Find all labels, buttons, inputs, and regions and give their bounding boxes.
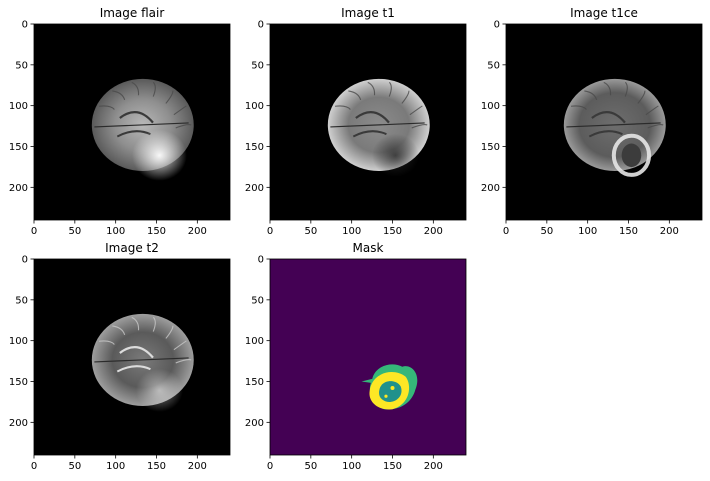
y-tick-label: 150	[245, 377, 264, 388]
x-tick-label: 0	[31, 461, 37, 472]
panel-t2: Image t2 0 50 100 150 200 0 50 100 150 200	[9, 241, 231, 472]
y-tick-label: 200	[9, 183, 28, 194]
y-tick-label: 200	[245, 418, 264, 429]
y-tick-label: 100	[245, 336, 264, 347]
x-tick-label: 50	[68, 226, 81, 237]
x-tick-label: 0	[267, 226, 273, 237]
panel-mask: Mask 0 50 100 150 200 0 50 100 150 200	[245, 241, 467, 472]
x-tick-label: 150	[147, 461, 166, 472]
x-tick-label: 100	[578, 226, 597, 237]
x-tick-label: 0	[503, 226, 509, 237]
panels-layer: Image flair0 50 100 150 200050100150200Image…	[9, 6, 703, 472]
lesion-core	[621, 143, 642, 168]
y-tick-label: 50	[251, 60, 264, 71]
y-tick-label: 0	[22, 20, 28, 31]
x-tick-label: 100	[342, 461, 361, 472]
y-tick-label: 200	[245, 183, 264, 194]
x-tick-label: 150	[619, 226, 638, 237]
y-tick-label: 100	[481, 101, 500, 112]
y-tick-label: 150	[9, 142, 28, 153]
y-tick-label: 0	[258, 255, 264, 266]
y-tick-label: 200	[9, 418, 28, 429]
panel-flair: Image flair 0 50 100 150 200 0 50 100 150 200	[9, 6, 231, 237]
y-tick-label: 100	[9, 336, 28, 347]
x-tick-label: 200	[424, 226, 443, 237]
y-tick-label: 50	[487, 60, 500, 71]
x-tick-label: 100	[106, 226, 125, 237]
x-tick-label: 50	[540, 226, 553, 237]
y-tick-label: 50	[15, 295, 28, 306]
lesion	[132, 129, 187, 181]
panel-title: Mask	[353, 241, 384, 255]
y-tick-label: 100	[9, 101, 28, 112]
x-tick-label: 200	[424, 461, 443, 472]
x-tick-label: 100	[106, 461, 125, 472]
image-area	[270, 259, 466, 455]
x-tick-label: 150	[383, 461, 402, 472]
mask-enhancing-spot	[384, 394, 388, 398]
panel-title: Image t1ce	[570, 6, 638, 20]
x-tick-label: 50	[68, 461, 81, 472]
x-tick-label: 50	[304, 461, 317, 472]
y-tick-label: 50	[15, 60, 28, 71]
y-tick-label: 0	[22, 255, 28, 266]
x-tick-label: 150	[383, 226, 402, 237]
lesion	[371, 133, 419, 177]
y-tick-label: 150	[9, 377, 28, 388]
x-tick-label: 200	[188, 226, 207, 237]
y-tick-label: 50	[251, 295, 264, 306]
y-tick-label: 200	[481, 183, 500, 194]
y-tick-label: 150	[481, 142, 500, 153]
x-tick-label: 100	[342, 226, 361, 237]
x-tick-label: 0	[31, 226, 37, 237]
panel-title: Image t2	[105, 241, 159, 255]
x-tick-label: 150	[147, 226, 166, 237]
x-tick-label: 200	[188, 461, 207, 472]
y-tick-label: 0	[258, 20, 264, 31]
x-tick-label: 0	[267, 461, 273, 472]
mask-enhancing-spot	[390, 386, 395, 391]
panel-title: Image t1	[341, 6, 395, 20]
panel-title: Image flair	[100, 6, 165, 20]
panel-t1ce: Image t1ce 0 50 100 150 200 0 50 100 150 200	[481, 6, 703, 237]
y-tick-label: 150	[245, 142, 264, 153]
y-tick-label: 0	[494, 20, 500, 31]
x-tick-label: 200	[660, 226, 679, 237]
y-tick-label: 100	[245, 101, 264, 112]
x-tick-label: 50	[304, 226, 317, 237]
panel-t1: Image t1 0 50 100 150 200 0 50 100 150 200	[245, 6, 467, 237]
figure-canvas: Image flair0 50 100 150 200050100150200Image…	[9, 6, 703, 472]
lesion	[135, 368, 183, 412]
